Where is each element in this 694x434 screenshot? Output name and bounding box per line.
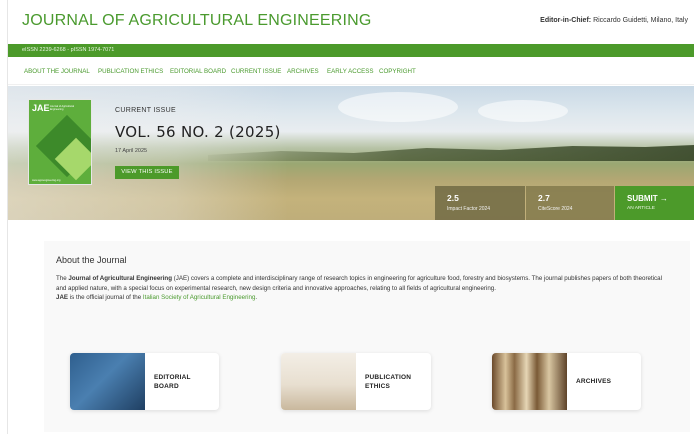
issue-cover-image[interactable]: JAE Journal of Agricultural Engineering … <box>28 99 92 185</box>
publication-ethics-image <box>281 353 356 410</box>
main-nav: ABOUT THE JOURNAL PUBLICATION ETHICS EDI… <box>8 57 694 85</box>
editorial-board-image <box>70 353 145 410</box>
tile-label-line: PUBLICATION <box>365 374 412 381</box>
about-journal-name: Journal of Agricultural Engineering <box>68 275 172 282</box>
impact-factor-label: Impact Factor 2024 <box>447 206 491 212</box>
publication-ethics-card[interactable]: PUBLICATION ETHICS <box>281 353 431 410</box>
editor-in-chief: Editor-in-Chief: Riccardo Guidetti, Mila… <box>540 17 688 24</box>
about-section: About the Journal The Journal of Agricul… <box>44 241 690 432</box>
citescore-value: 2.7 <box>538 193 550 203</box>
about-jae-abbrev: JAE <box>56 294 69 301</box>
impact-factor-value: 2.5 <box>447 193 459 203</box>
issn-text: eISSN 2239-6268 - pISSN 1974-7071 <box>22 47 115 53</box>
archives-label: ARCHIVES <box>576 377 611 386</box>
nav-copyright[interactable]: COPYRIGHT <box>379 68 416 75</box>
left-border <box>0 0 8 434</box>
about-society-text: is the official journal of the <box>68 294 143 301</box>
cover-subtitle: Journal of Agricultural Engineering <box>50 105 75 111</box>
issue-title[interactable]: VOL. 56 NO. 2 (2025) <box>115 123 281 141</box>
journal-title[interactable]: JOURNAL OF AGRICULTURAL ENGINEERING <box>22 12 372 30</box>
archives-card[interactable]: ARCHIVES <box>492 353 641 410</box>
society-link[interactable]: Italian Society of Agricultural Engineer… <box>143 294 255 301</box>
submit-article-button[interactable]: SUBMIT → AN ARTICLE <box>615 186 694 220</box>
citescore-label: CiteScore 2024 <box>538 206 573 212</box>
site-header: JOURNAL OF AGRICULTURAL ENGINEERING Edit… <box>8 0 694 44</box>
cloud-shape <box>338 92 458 122</box>
view-issue-button[interactable]: VIEW THIS ISSUE <box>115 166 179 179</box>
submit-subtitle: AN ARTICLE <box>627 206 655 211</box>
about-text: The Journal of Agricultural Engineering … <box>56 274 670 303</box>
about-text-end: . <box>255 294 258 301</box>
editorial-board-label: EDITORIAL BOARD <box>154 373 191 391</box>
tile-label-line: ETHICS <box>365 383 391 390</box>
issue-date: 17 April 2025 <box>115 148 148 154</box>
nav-early-access[interactable]: EARLY ACCESS <box>327 68 374 75</box>
nav-publication-ethics[interactable]: PUBLICATION ETHICS <box>98 68 163 75</box>
about-heading: About the Journal <box>56 255 127 265</box>
editor-label: Editor-in-Chief: <box>540 17 592 24</box>
editorial-board-card[interactable]: EDITORIAL BOARD <box>70 353 219 410</box>
cover-url: www.agroengineering.org <box>32 179 61 182</box>
cloud-shape <box>478 100 568 122</box>
nav-current-issue[interactable]: CURRENT ISSUE <box>231 68 281 75</box>
issn-bar: eISSN 2239-6268 - pISSN 1974-7071 <box>8 44 694 57</box>
tile-label-line: ARCHIVES <box>576 378 612 385</box>
tile-label-line: BOARD <box>154 383 179 390</box>
nav-editorial-board[interactable]: EDITORIAL BOARD <box>170 68 226 75</box>
cover-title: JAE <box>32 103 50 113</box>
publication-ethics-label: PUBLICATION ETHICS <box>365 373 411 391</box>
impact-factor-box: 2.5 Impact Factor 2024 <box>435 186 525 220</box>
nav-archives[interactable]: ARCHIVES <box>287 68 319 75</box>
editor-name: Riccardo Guidetti, Milano, Italy <box>593 17 688 24</box>
tile-label-line: EDITORIAL <box>154 374 191 381</box>
archives-image <box>492 353 567 410</box>
submit-title: SUBMIT → <box>627 194 668 203</box>
hero-banner: JAE Journal of Agricultural Engineering … <box>8 86 694 220</box>
current-issue-label: CURRENT ISSUE <box>115 107 176 114</box>
about-text-prefix: The <box>56 275 69 282</box>
citescore-box: 2.7 CiteScore 2024 <box>526 186 614 220</box>
nav-about-journal[interactable]: ABOUT THE JOURNAL <box>24 68 90 75</box>
